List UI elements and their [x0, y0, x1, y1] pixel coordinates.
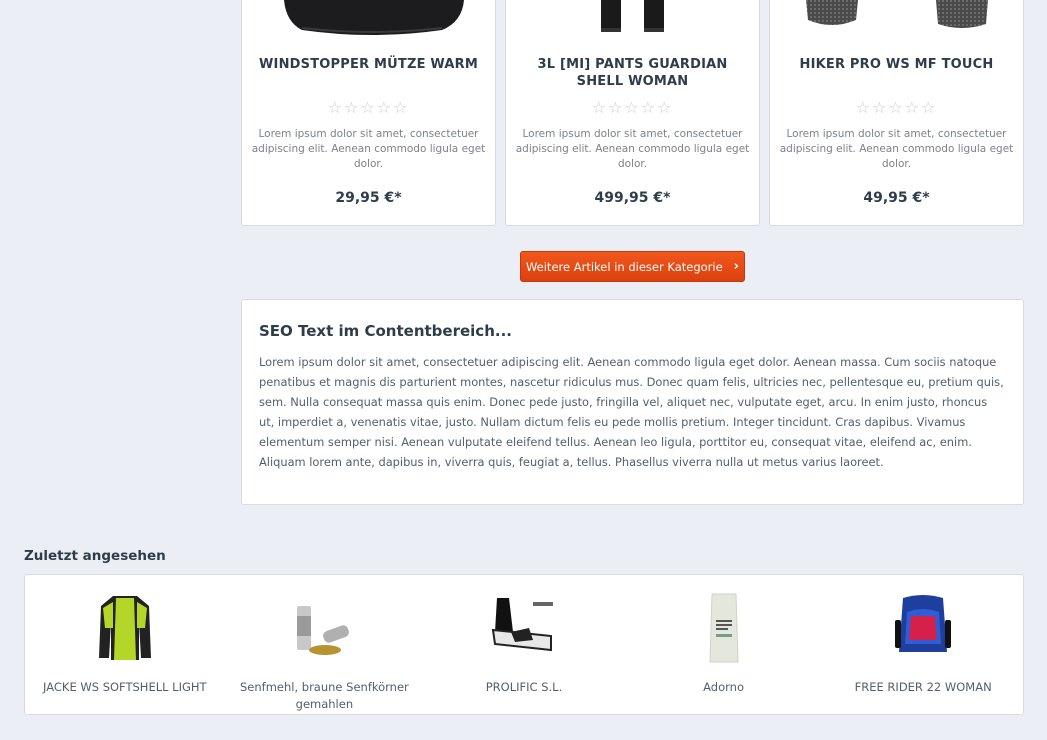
recent-item[interactable]: PROLIFIC S.L.	[424, 591, 624, 714]
product-image[interactable]	[770, 0, 1023, 36]
product-description: Lorem ipsum dolor sit amet, consectetuer…	[251, 128, 486, 170]
product-thumbnail[interactable]	[624, 591, 824, 665]
product-card[interactable]: WINDSTOPPER MÜTZE WARM ☆☆☆☆☆ Lorem ipsum…	[241, 0, 496, 226]
recently-viewed-slider: JACKE WS SOFTSHELL LIGHT Senfmehl, braun…	[24, 574, 1024, 715]
product-description: Lorem ipsum dolor sit amet, consectetuer…	[779, 128, 1014, 170]
product-price: 499,95 €*	[594, 190, 671, 206]
recent-item[interactable]: FREE RIDER 22 WOMAN	[823, 591, 1023, 714]
product-thumbnail[interactable]	[823, 591, 1023, 665]
product-card[interactable]: HIKER PRO WS MF TOUCH ☆☆☆☆☆ Lorem ipsum …	[769, 0, 1024, 226]
recent-item-label[interactable]: Adorno	[624, 679, 824, 696]
product-name[interactable]: 3L [MI] PANTS GUARDIAN SHELL WOMAN	[518, 56, 747, 90]
star-rating: ☆☆☆☆☆	[591, 98, 674, 117]
seo-text-box: SEO Text im Contentbereich... Lorem ipsu…	[241, 299, 1024, 505]
recently-viewed-title: Zuletzt angesehen	[24, 548, 166, 564]
recent-item[interactable]: JACKE WS SOFTSHELL LIGHT	[25, 591, 225, 714]
recent-item-label[interactable]: FREE RIDER 22 WOMAN	[823, 679, 1023, 696]
chevron-right-icon: ›	[733, 259, 740, 274]
product-thumbnail[interactable]	[225, 591, 425, 665]
product-listing: WINDSTOPPER MÜTZE WARM ☆☆☆☆☆ Lorem ipsum…	[241, 0, 1024, 226]
more-articles-label: Weitere Artikel in dieser Kategorie	[525, 259, 723, 274]
product-thumbnail[interactable]	[25, 591, 225, 665]
star-rating: ☆☆☆☆☆	[327, 98, 410, 117]
product-card[interactable]: 3L [MI] PANTS GUARDIAN SHELL WOMAN ☆☆☆☆☆…	[505, 0, 760, 226]
product-thumbnail[interactable]	[424, 591, 624, 665]
recent-item-label[interactable]: JACKE WS SOFTSHELL LIGHT	[25, 679, 225, 696]
more-articles-button[interactable]: Weitere Artikel in dieser Kategorie ›	[520, 251, 745, 282]
product-description: Lorem ipsum dolor sit amet, consectetuer…	[515, 128, 750, 170]
product-name[interactable]: HIKER PRO WS MF TOUCH	[782, 56, 1011, 73]
product-price: 29,95 €*	[335, 190, 402, 206]
star-rating: ☆☆☆☆☆	[855, 98, 938, 117]
product-name[interactable]: WINDSTOPPER MÜTZE WARM	[254, 56, 483, 73]
product-image[interactable]	[506, 0, 759, 36]
product-price: 49,95 €*	[863, 190, 930, 206]
recent-item[interactable]: Adorno	[624, 591, 824, 714]
product-image[interactable]	[242, 0, 495, 36]
recent-item-label[interactable]: Senfmehl, braune Senfkörner gemahlen	[225, 679, 425, 713]
recent-item-label[interactable]: PROLIFIC S.L.	[424, 679, 624, 696]
recent-item[interactable]: Senfmehl, braune Senfkörner gemahlen	[225, 591, 425, 714]
seo-title: SEO Text im Contentbereich...	[259, 322, 512, 340]
seo-text: Lorem ipsum dolor sit amet, consectetuer…	[259, 355, 1004, 469]
